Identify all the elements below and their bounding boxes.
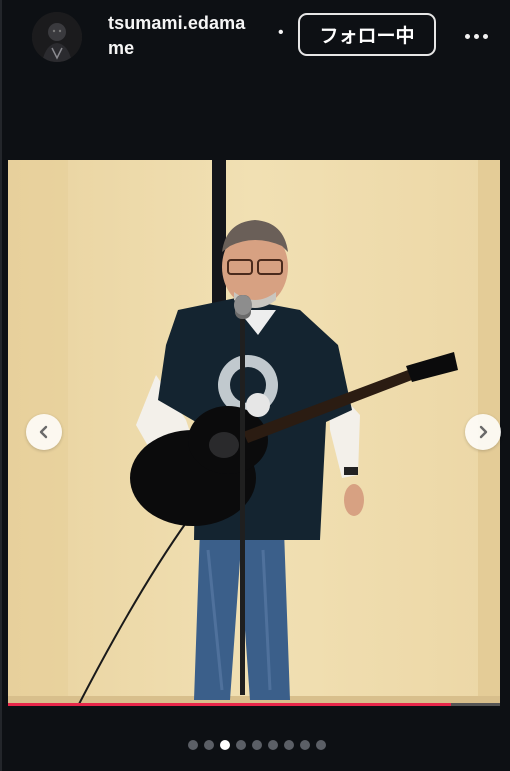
dot (482, 33, 488, 39)
username[interactable]: tsumami.edama me (108, 11, 278, 61)
carousel-dot (300, 740, 310, 750)
video-progress-bar[interactable] (8, 703, 500, 706)
separator-dot: • (278, 24, 284, 41)
carousel-dot (268, 740, 278, 750)
video-progress-fill (8, 703, 451, 706)
carousel-dot (236, 740, 246, 750)
username-line-1: tsumami.edama (108, 13, 246, 33)
carousel-indicator (2, 740, 510, 752)
chevron-left-icon[interactable] (26, 414, 62, 450)
carousel-dot (252, 740, 262, 750)
avatar[interactable] (32, 12, 82, 62)
post-photo (8, 160, 500, 706)
username-line-2: me (108, 38, 135, 58)
carousel-dot (220, 740, 230, 750)
post-viewer: tsumami.edama me • フォロー中 (0, 0, 510, 771)
dot (464, 33, 470, 39)
more-options-icon[interactable] (458, 22, 494, 50)
following-button[interactable]: フォロー中 (298, 13, 436, 56)
carousel-dot (284, 740, 294, 750)
carousel-dot (188, 740, 198, 750)
carousel-dot (204, 740, 214, 750)
post-header: tsumami.edama me • フォロー中 (2, 0, 510, 84)
avatar-image (32, 12, 82, 62)
dot (473, 33, 479, 39)
performer-photo (8, 160, 500, 706)
chevron-right-icon[interactable] (465, 414, 501, 450)
carousel-dot (316, 740, 326, 750)
